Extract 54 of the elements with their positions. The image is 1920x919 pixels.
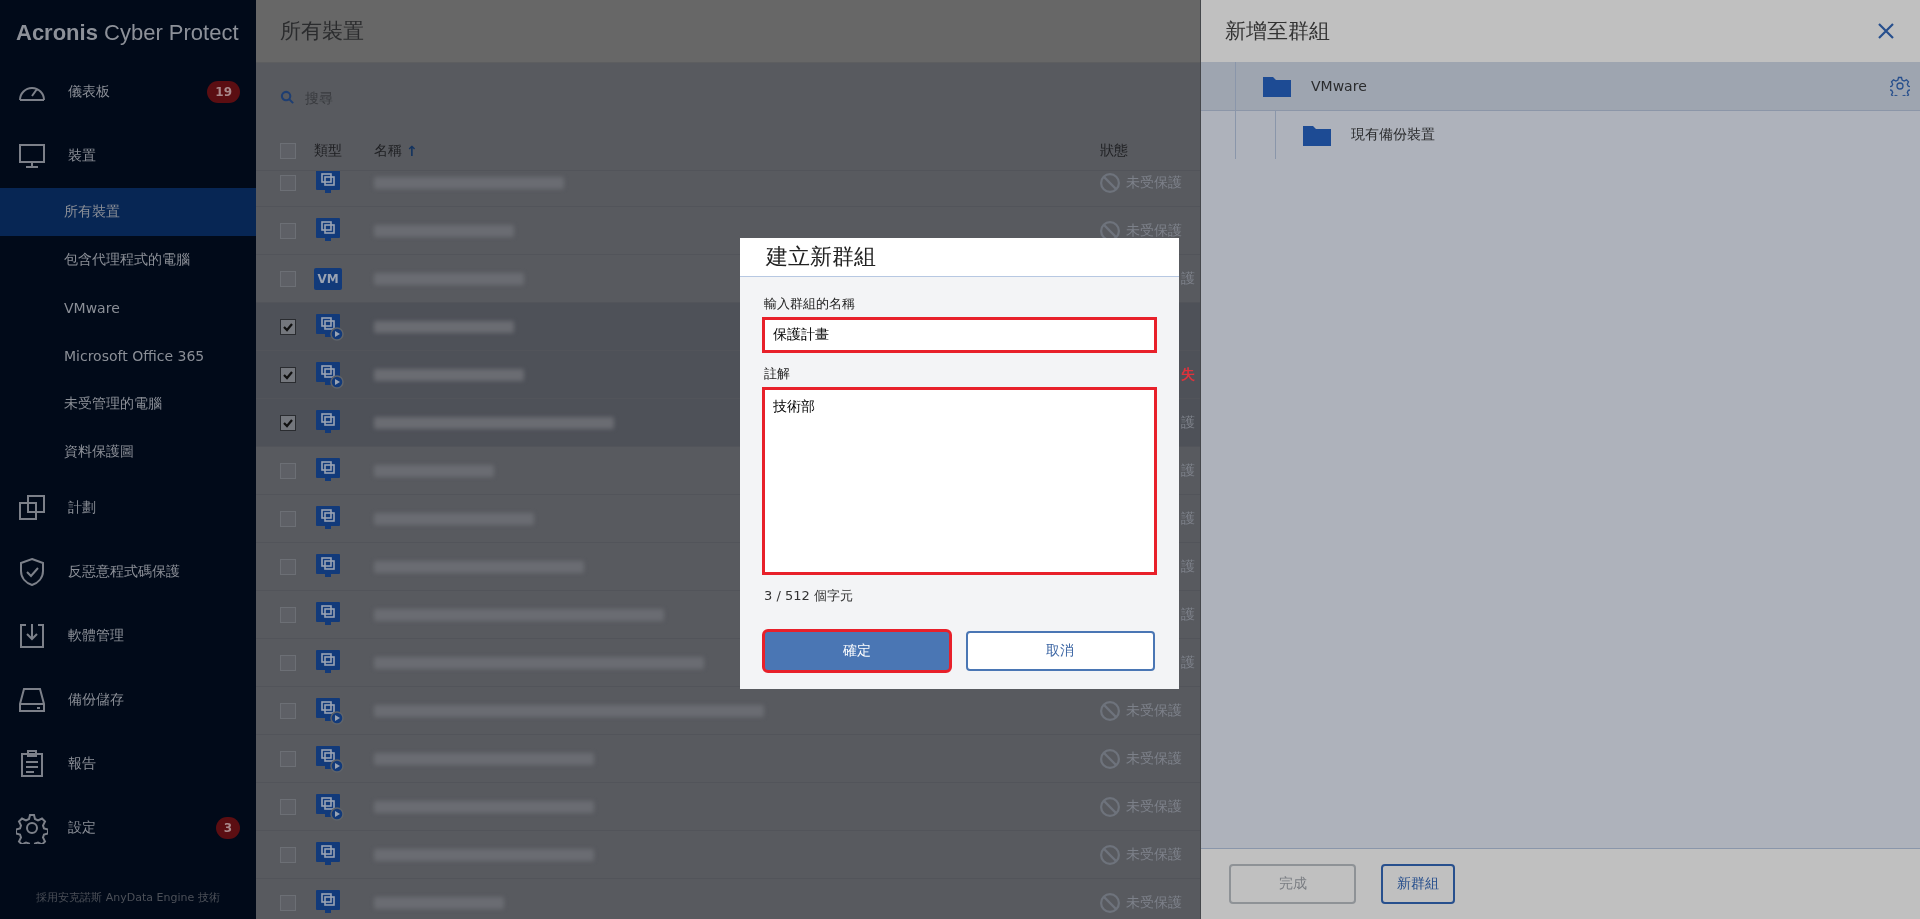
nav-subitem[interactable]: 包含代理程式的電腦	[0, 236, 256, 284]
folder-icon	[1263, 75, 1291, 97]
name-field[interactable]: 保護計畫	[764, 319, 1155, 351]
count-badge: 19	[207, 81, 240, 103]
nav-item[interactable]: 儀表板 19	[0, 60, 256, 124]
settings-icon[interactable]	[1890, 76, 1910, 96]
cancel-button[interactable]: 取消	[965, 631, 1155, 671]
tree-item[interactable]: VMware	[1201, 62, 1920, 111]
tree-item[interactable]: 現有備份裝置	[1201, 111, 1920, 159]
confirm-button[interactable]: 確定	[764, 631, 950, 671]
count-badge: 3	[215, 817, 240, 839]
nav-subitem[interactable]: 資料保護圖	[0, 428, 256, 476]
comment-field[interactable]: 技術部	[764, 389, 1155, 573]
monitor-play-icon	[314, 311, 344, 342]
prohibited-icon	[1100, 220, 1120, 241]
row-checkbox[interactable]	[280, 366, 296, 383]
prohibited-icon	[1100, 700, 1120, 721]
new-group-button[interactable]: 新群組	[1381, 864, 1455, 904]
nav-item[interactable]: 軟體管理	[0, 604, 256, 668]
prohibited-icon	[1100, 172, 1120, 193]
monitor-play-icon	[314, 791, 344, 822]
field-label: 註解	[764, 365, 791, 383]
monitor-play-icon	[314, 695, 344, 726]
nav-subitem[interactable]: VMware	[0, 284, 256, 332]
nav-subitem[interactable]: Microsoft Office 365	[0, 332, 256, 380]
nav-item[interactable]: 計劃	[0, 476, 256, 540]
page-title: 所有裝置	[280, 18, 364, 45]
prohibited-icon	[1100, 796, 1120, 817]
monitor-play-icon	[314, 743, 344, 774]
app-logo: Acronis Cyber Protect	[15, 19, 240, 47]
dialog-title: 建立新群組	[766, 243, 876, 271]
nav-subitem[interactable]: 未受管理的電腦	[0, 380, 256, 428]
row-checkbox[interactable]	[280, 414, 296, 431]
search-icon	[280, 90, 295, 105]
vm-icon: VM	[314, 267, 342, 290]
nav-item[interactable]: 報告	[0, 732, 256, 796]
prohibited-icon	[1100, 892, 1120, 913]
nav-subitem[interactable]: 所有裝置	[0, 188, 256, 236]
prohibited-icon	[1100, 748, 1120, 769]
nav-item[interactable]: 設定 3	[0, 796, 256, 860]
footer-text: 採用安克諾斯 AnyData Engine 技術	[35, 890, 221, 906]
folder-icon	[1303, 124, 1331, 146]
panel-title: 新增至群組	[1225, 18, 1330, 45]
prohibited-icon	[1100, 844, 1120, 865]
settings-icon	[16, 812, 48, 844]
field-label: 輸入群組的名稱	[764, 295, 856, 313]
character-counter: 3 / 512 個字元	[764, 587, 854, 605]
row-checkbox[interactable]	[280, 318, 296, 335]
status-text: 失	[1181, 365, 1195, 384]
monitor-play-icon	[314, 359, 344, 390]
nav-item[interactable]: 反惡意程式碼保護	[0, 540, 256, 604]
close-icon[interactable]	[1876, 21, 1896, 41]
nav-item[interactable]: 裝置	[0, 124, 256, 188]
nav-item[interactable]: 備份儲存	[0, 668, 256, 732]
